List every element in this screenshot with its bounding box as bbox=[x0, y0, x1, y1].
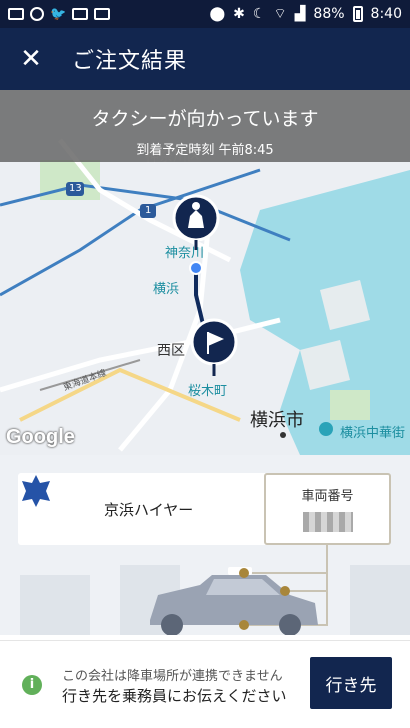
twitter-icon: 🐦 bbox=[50, 6, 67, 22]
location-icon: ⬤ bbox=[209, 6, 226, 22]
company-card: N 京浜ハイヤー bbox=[18, 473, 268, 545]
label-yokohama-city: 横浜市 bbox=[250, 410, 304, 431]
mail-icon bbox=[94, 8, 111, 20]
road-1-label: 1 bbox=[145, 205, 152, 216]
plate-number-blurred bbox=[302, 512, 353, 532]
banner-eta: 到着予定時刻 午前8:45 bbox=[136, 143, 274, 158]
company-name: 京浜ハイヤー bbox=[104, 500, 194, 519]
footer-bar: i この会社は降車場所が連携できません 行き先を乗務員にお伝えください 行き先 bbox=[0, 640, 410, 728]
line-icon bbox=[72, 8, 89, 20]
eta-banner: タクシーが向かっています 到着予定時刻 午前8:45 bbox=[0, 90, 410, 162]
page-title: ご注文結果 bbox=[72, 49, 188, 74]
wifi-icon: ⌔ bbox=[273, 6, 287, 22]
notice-line2: 行き先を乗務員にお伝えください bbox=[62, 687, 287, 705]
close-button[interactable]: ✕ bbox=[0, 28, 62, 90]
signal-icon: ▟ bbox=[294, 6, 306, 22]
building-shape bbox=[350, 565, 410, 635]
info-icon: i bbox=[22, 675, 42, 695]
plate-label: 車両番号 bbox=[301, 489, 354, 504]
hotspot-dot bbox=[239, 568, 249, 578]
message-icon bbox=[8, 8, 24, 20]
google-logo: Google bbox=[6, 426, 75, 448]
label-sakuragicho: 桜木町 bbox=[188, 384, 228, 399]
clock: 8:40 bbox=[370, 6, 402, 22]
road-13-label: 13 bbox=[69, 183, 82, 194]
label-yokohama-station: 横浜 bbox=[153, 282, 180, 297]
vehicle-info-panel: N 京浜ハイヤー 車両番号 bbox=[0, 455, 410, 635]
banner-title: タクシーが向かっています bbox=[91, 108, 319, 130]
app-bar: ✕ ご注文結果 bbox=[0, 28, 410, 90]
bluetooth-icon: ✱ bbox=[233, 6, 245, 22]
hotspot-dot bbox=[239, 620, 249, 630]
company-logo-letter: N bbox=[60, 500, 72, 516]
attraction-icon bbox=[319, 422, 333, 436]
building-shape bbox=[20, 575, 90, 635]
status-bar: 🐦 ⬤ ✱ ☾ ⌔ ▟ 88% 8:40 bbox=[0, 0, 410, 28]
park-area bbox=[330, 390, 370, 420]
label-kanagawa-station: 神奈川 bbox=[165, 246, 205, 261]
plate-card: 車両番号 bbox=[264, 473, 391, 545]
current-location-dot bbox=[189, 261, 203, 275]
chat-icon bbox=[30, 7, 44, 21]
moon-icon: ☾ bbox=[252, 6, 266, 22]
label-nishi-ku: 西区 bbox=[157, 343, 185, 359]
city-dot bbox=[280, 432, 286, 438]
company-logo: N bbox=[22, 475, 86, 529]
battery-percent: 88% bbox=[313, 6, 345, 22]
battery-icon bbox=[352, 6, 363, 22]
label-chinatown: 横浜中華街 bbox=[340, 426, 406, 441]
destination-button[interactable]: 行き先 bbox=[310, 657, 392, 709]
notice-line1: この会社は降車場所が連携できません bbox=[62, 669, 283, 684]
hotspot-dot bbox=[280, 586, 290, 596]
map-view[interactable]: 神奈川区 13 1 神奈川 横浜 西区 桜木町 東海道本線 横浜市 横浜中華街 … bbox=[0, 90, 410, 455]
close-icon: ✕ bbox=[20, 44, 42, 74]
